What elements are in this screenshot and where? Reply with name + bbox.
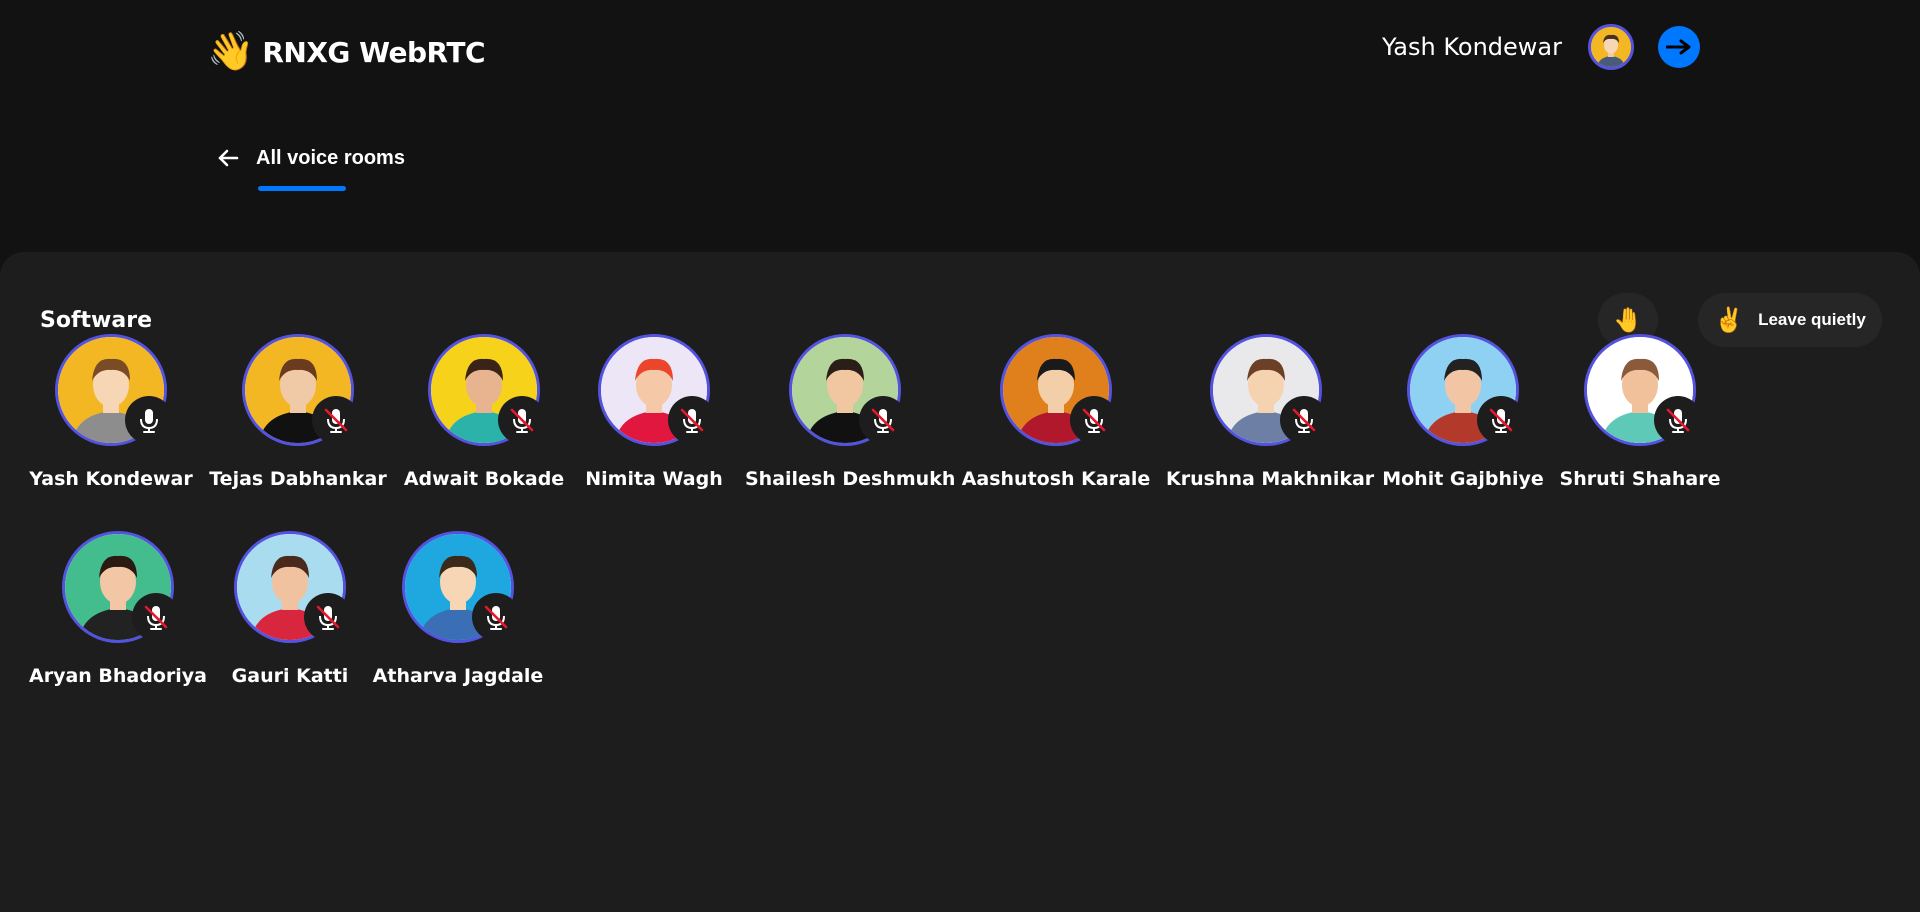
member-tile[interactable]: Aashutosh Karale xyxy=(956,334,1156,490)
mic-icon xyxy=(140,409,158,433)
member-avatar-wrap xyxy=(598,334,716,446)
member-name: Krushna Makhnikar xyxy=(1166,468,1375,490)
app-title: RNXG WebRTC xyxy=(262,35,486,69)
member-name: Nimita Wagh xyxy=(585,468,723,490)
member-name: Yash Kondewar xyxy=(29,468,193,490)
member-avatar-wrap xyxy=(402,531,520,643)
mic-muted-button[interactable] xyxy=(312,396,360,444)
mic-muted-button[interactable] xyxy=(132,593,180,641)
mic-muted-button[interactable] xyxy=(859,396,907,444)
member-avatar-wrap xyxy=(242,334,360,446)
mic-off-icon xyxy=(484,605,508,630)
mic-off-icon xyxy=(1489,408,1513,433)
member-tile[interactable]: Nimita Wagh xyxy=(554,334,754,490)
nav-underline xyxy=(258,186,346,191)
mic-muted-button[interactable] xyxy=(1477,396,1525,444)
member-name: Aashutosh Karale xyxy=(961,468,1151,490)
member-avatar-wrap xyxy=(428,334,546,446)
member-avatar-wrap xyxy=(234,531,352,643)
member-avatar-wrap xyxy=(62,531,180,643)
leave-quietly-label: Leave quietly xyxy=(1758,310,1866,329)
victory-hand-icon: ✌️ xyxy=(1714,306,1745,334)
all-voice-rooms-label: All voice rooms xyxy=(256,146,405,169)
member-name: Mohit Gajbhiye xyxy=(1382,468,1544,490)
member-tile[interactable]: Tejas Dabhankar xyxy=(198,334,398,490)
room-title: Software xyxy=(40,308,152,333)
user-avatar-icon[interactable] xyxy=(1588,24,1634,70)
mic-off-icon xyxy=(871,408,895,433)
mic-off-icon xyxy=(324,408,348,433)
user-area: Yash Kondewar xyxy=(1382,24,1700,70)
member-tile[interactable]: Shailesh Deshmukh xyxy=(745,334,956,490)
all-voice-rooms-link[interactable]: All voice rooms xyxy=(216,146,405,170)
top-navbar: 👋 RNXG WebRTC Yash Kondewar xyxy=(0,0,1920,105)
waving-hand-icon: 👋 xyxy=(207,31,255,73)
mic-off-icon xyxy=(144,605,168,630)
member-avatar-wrap xyxy=(789,334,907,446)
mic-off-icon xyxy=(1082,408,1106,433)
mic-muted-button[interactable] xyxy=(304,593,352,641)
mic-off-icon xyxy=(510,408,534,433)
mic-button[interactable] xyxy=(125,396,173,444)
mic-muted-button[interactable] xyxy=(668,396,716,444)
mic-off-icon xyxy=(316,605,340,630)
member-avatar-wrap xyxy=(1407,334,1525,446)
member-avatar-wrap xyxy=(1210,334,1328,446)
user-name: Yash Kondewar xyxy=(1381,33,1562,61)
member-tile[interactable]: Aryan Bhadoriya xyxy=(18,531,218,687)
member-name: Shailesh Deshmukh xyxy=(745,468,956,490)
raised-hand-icon: 🤚 xyxy=(1613,306,1643,334)
mic-muted-button[interactable] xyxy=(1280,396,1328,444)
arrow-left-icon xyxy=(218,149,239,167)
mic-muted-button[interactable] xyxy=(1070,396,1118,444)
member-tile[interactable]: Mohit Gajbhiye xyxy=(1363,334,1563,490)
mic-off-icon xyxy=(1666,408,1690,433)
member-tile[interactable]: Shruti Shahare xyxy=(1540,334,1740,490)
member-name: Tejas Dabhankar xyxy=(209,468,387,490)
logout-button[interactable] xyxy=(1658,26,1700,68)
mic-muted-button[interactable] xyxy=(472,593,520,641)
member-tile[interactable]: Yash Kondewar xyxy=(11,334,211,490)
member-name: Shruti Shahare xyxy=(1559,468,1721,490)
member-tile[interactable]: Krushna Makhnikar xyxy=(1166,334,1375,490)
mic-off-icon xyxy=(680,408,704,433)
member-avatar-wrap xyxy=(55,334,173,446)
member-tile[interactable]: Atharva Jagdale xyxy=(358,531,558,687)
mic-muted-button[interactable] xyxy=(498,396,546,444)
app-logo[interactable]: 👋 RNXG WebRTC xyxy=(207,30,486,74)
mic-off-icon xyxy=(1292,408,1316,433)
room-panel: Software 🤚 ✌️ Leave quietly Yash Kondewa… xyxy=(0,252,1920,912)
member-avatar-wrap xyxy=(1000,334,1118,446)
member-name: Aryan Bhadoriya xyxy=(29,665,207,687)
mic-muted-button[interactable] xyxy=(1654,396,1702,444)
member-avatar-wrap xyxy=(1584,334,1702,446)
member-name: Atharva Jagdale xyxy=(372,665,544,687)
arrow-right-icon xyxy=(1666,39,1691,55)
